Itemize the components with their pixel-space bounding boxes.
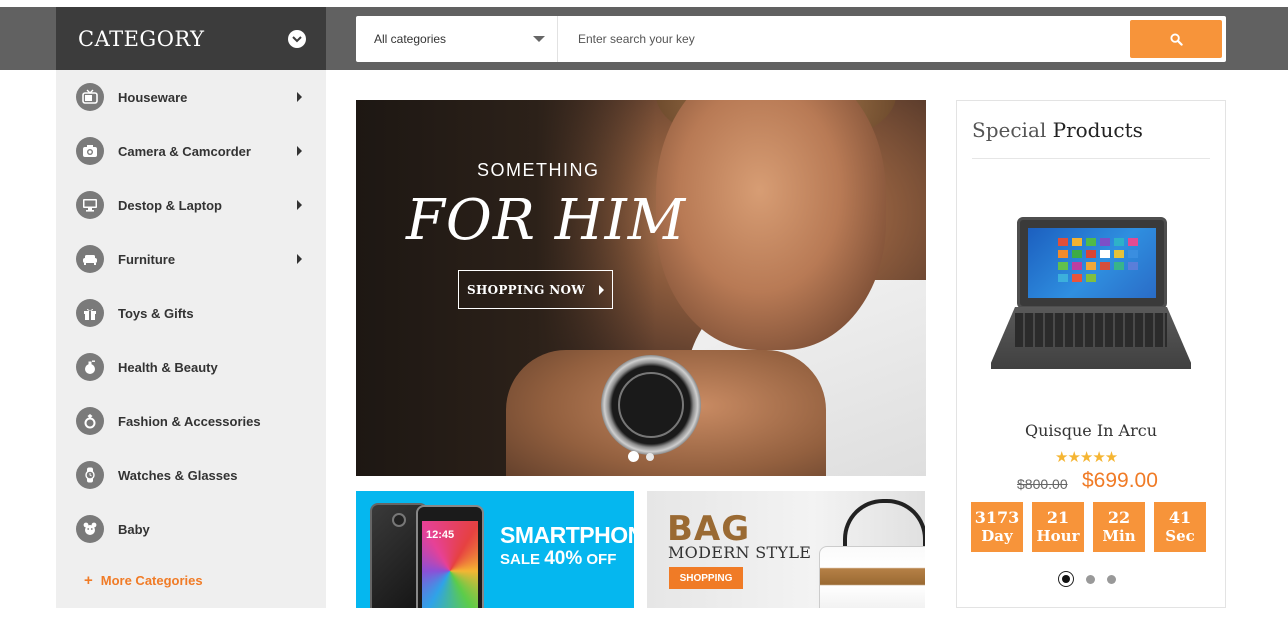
smartphone-promo-banner[interactable]: 12:45 SMARTPHONE SALE 40% OFF xyxy=(356,491,634,608)
rating-stars-icon: ★★★★★ xyxy=(1055,449,1118,466)
divider xyxy=(972,158,1210,159)
top-border xyxy=(0,0,1288,7)
category-sidebar: Houseware Camera & Camcorder Destop & La… xyxy=(56,70,326,608)
shopping-now-label: SHOPPING NOW xyxy=(466,282,585,297)
search-bar: All categories xyxy=(356,16,1226,62)
sidebar-item-label: Furniture xyxy=(118,251,176,267)
bag-image xyxy=(819,546,925,608)
monitor-icon xyxy=(76,191,104,219)
slider-dot[interactable] xyxy=(646,453,654,461)
sidebar-item-label: Camera & Camcorder xyxy=(118,143,251,159)
countdown-hours: 21 Hour xyxy=(1032,502,1084,552)
special-products-panel: Special Products Quisque In Arcu ★★★★★ $… xyxy=(956,100,1226,608)
ring-icon xyxy=(76,407,104,435)
hero-banner[interactable]: SOMETHING FOR HIM SHOPPING NOW xyxy=(356,100,926,476)
chevron-down-icon[interactable] xyxy=(288,29,306,48)
more-categories-label: More Categories xyxy=(100,573,203,588)
product-name[interactable]: Quisque In Arcu xyxy=(957,421,1225,440)
caret-right-icon xyxy=(297,146,302,156)
sofa-icon xyxy=(76,245,104,273)
search-input[interactable] xyxy=(558,16,1130,62)
slider-dot-active[interactable] xyxy=(628,451,639,462)
sidebar-item-fashion[interactable]: Fashion & Accessories xyxy=(56,394,326,448)
tv-icon xyxy=(76,83,104,111)
hero-image-watch-face xyxy=(618,372,684,438)
caret-right-icon xyxy=(599,284,604,295)
sidebar-item-toys-gifts[interactable]: Toys & Gifts xyxy=(56,286,326,340)
smartphone-promo-sale: SALE 40% OFF xyxy=(500,548,617,569)
caret-down-icon xyxy=(533,36,545,42)
sidebar-item-label: Destop & Laptop xyxy=(118,197,222,213)
category-title: CATEGORY xyxy=(78,26,205,51)
camera-icon xyxy=(76,137,104,165)
hero-title: FOR HIM xyxy=(406,188,687,253)
caret-right-icon xyxy=(297,92,302,102)
countdown-timer: 3173 Day 21 Hour 22 Min 41 Sec xyxy=(971,502,1206,552)
product-image-laptop[interactable] xyxy=(1017,217,1167,309)
pager-dot[interactable] xyxy=(1086,574,1095,584)
sidebar-item-baby[interactable]: Baby xyxy=(56,502,326,556)
gift-icon xyxy=(76,299,104,327)
bag-shopping-button[interactable]: SHOPPING xyxy=(669,567,743,589)
hero-image-face xyxy=(656,100,886,350)
sidebar-item-label: Fashion & Accessories xyxy=(118,413,261,429)
pager-dot[interactable] xyxy=(1107,574,1116,584)
new-price: $699.00 xyxy=(1082,469,1158,492)
search-button[interactable] xyxy=(1130,20,1222,58)
pager-dot-active[interactable] xyxy=(1058,571,1074,587)
special-products-pager xyxy=(1058,571,1116,587)
countdown-seconds: 41 Sec xyxy=(1154,502,1206,552)
caret-right-icon xyxy=(297,254,302,264)
sidebar-item-label: Houseware xyxy=(118,89,188,105)
bag-promo-subtitle: MODERN STYLE xyxy=(668,543,812,562)
countdown-days: 3173 Day xyxy=(971,502,1023,552)
search-icon xyxy=(1169,32,1183,46)
watch-icon xyxy=(76,461,104,489)
sidebar-item-furniture[interactable]: Furniture xyxy=(56,232,326,286)
search-category-select[interactable]: All categories xyxy=(356,16,558,62)
old-price: $800.00 xyxy=(1017,476,1068,492)
sidebar-item-camera[interactable]: Camera & Camcorder xyxy=(56,124,326,178)
product-image-keys xyxy=(1015,313,1167,347)
sidebar-item-desktop-laptop[interactable]: Destop & Laptop xyxy=(56,178,326,232)
sidebar-item-label: Watches & Glasses xyxy=(118,467,238,483)
sidebar-item-health-beauty[interactable]: Health & Beauty xyxy=(56,340,326,394)
category-menu-header[interactable]: CATEGORY xyxy=(56,7,326,70)
sidebar-item-watches-glasses[interactable]: Watches & Glasses xyxy=(56,448,326,502)
countdown-minutes: 22 Min xyxy=(1093,502,1145,552)
more-categories-link[interactable]: + More Categories xyxy=(84,572,203,589)
sidebar-item-houseware[interactable]: Houseware xyxy=(56,70,326,124)
smartphone-promo-title: SMARTPHONE xyxy=(500,522,634,548)
shopping-now-button[interactable]: SHOPPING NOW xyxy=(458,270,613,309)
sidebar-item-label: Baby xyxy=(118,521,150,537)
sidebar-item-label: Health & Beauty xyxy=(118,359,218,375)
sidebar-item-label: Toys & Gifts xyxy=(118,305,194,321)
plus-icon: + xyxy=(84,572,93,589)
caret-right-icon xyxy=(297,200,302,210)
perfume-icon xyxy=(76,353,104,381)
teddy-bear-icon xyxy=(76,515,104,543)
bag-promo-banner[interactable]: BAG MODERN STYLE SHOPPING xyxy=(647,491,925,608)
hero-subtitle: SOMETHING xyxy=(477,160,600,180)
search-category-value: All categories xyxy=(374,32,447,46)
phone-front-image: 12:45 xyxy=(416,505,484,608)
special-products-title: Special Products xyxy=(972,118,1143,142)
phone-time: 12:45 xyxy=(426,529,455,541)
